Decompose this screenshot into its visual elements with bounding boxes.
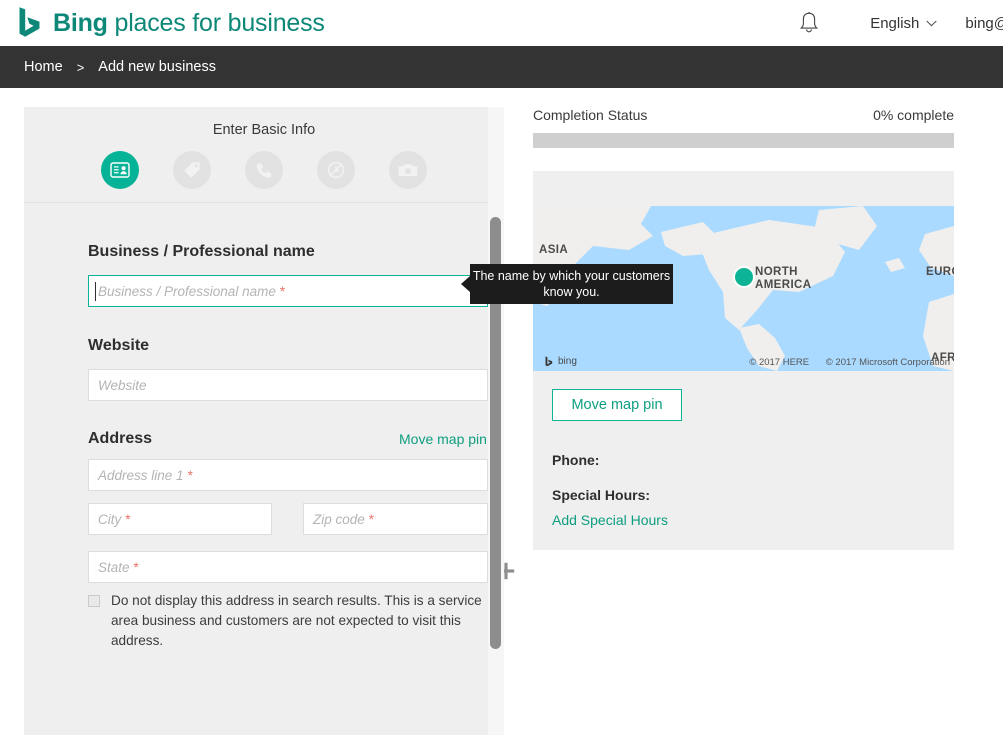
address-line1-input[interactable]: Address line 1 * (88, 459, 488, 491)
page-root: Bing places for business English bing@ H… (0, 0, 1003, 744)
completion-percent-text: 0% complete (873, 107, 954, 123)
brand-title: Bing places for business (53, 9, 325, 38)
wizard-step-phone[interactable] (245, 151, 283, 189)
completion-progress-bar (533, 133, 954, 148)
tag-icon (184, 162, 200, 178)
website-label: Website (88, 337, 150, 354)
wizard-step-list (24, 151, 504, 189)
language-selector[interactable]: English (870, 14, 938, 32)
completion-status-row: Completion Status 0% complete (533, 107, 954, 123)
state-required-mark: * (133, 559, 139, 575)
hide-address-checkbox-row[interactable]: Do not display this address in search re… (88, 591, 488, 651)
wizard-step-photos[interactable] (389, 151, 427, 189)
website-input[interactable]: Website (88, 369, 488, 401)
preview-phone-label: Phone: (552, 452, 600, 468)
zip-code-input[interactable]: Zip code * (303, 503, 488, 535)
zip-code-required-mark: * (368, 511, 375, 527)
preview-special-hours-label: Special Hours: (552, 487, 651, 503)
move-map-pin-button[interactable]: Move map pin (552, 389, 682, 421)
completion-status-section: Completion Status 0% complete (533, 107, 954, 148)
camera-icon (398, 164, 418, 177)
website-placeholder: Website (98, 377, 147, 393)
hide-address-checkbox-label: Do not display this address in search re… (111, 593, 482, 648)
text-caret (95, 282, 96, 301)
state-input[interactable]: State * (88, 551, 488, 583)
wizard-title: Enter Basic Info (212, 122, 316, 138)
address-line1-required-mark: * (187, 467, 193, 483)
state-placeholder: State (98, 559, 130, 575)
move-map-pin-link[interactable]: Move map pin (399, 431, 487, 447)
basic-info-form-panel: Enter Basic Info Business / Professional… (24, 107, 515, 735)
business-name-label: Business / Professional name (88, 243, 315, 260)
wizard-step-basic-info[interactable] (101, 151, 139, 189)
brand-logo[interactable]: Bing places for business (18, 3, 325, 43)
address-line1-placeholder: Address line 1 (98, 467, 184, 483)
business-name-required-mark: * (279, 283, 286, 299)
tooltip-arrow (461, 276, 470, 292)
wizard-step-header: Enter Basic Info (24, 107, 504, 203)
header-right-tools: English bing@ (798, 0, 1003, 46)
city-input[interactable]: City * (88, 503, 272, 535)
brand-bold: Bing (53, 8, 108, 37)
tooltip-text: The name by which your customers know yo… (472, 269, 671, 299)
breadcrumb-current: Add new business (98, 59, 216, 75)
business-name-placeholder: Business / Professional name (98, 283, 276, 299)
map-attribution-microsoft: © 2017 Microsoft Corporation (825, 357, 950, 368)
business-name-input[interactable]: Business / Professional name * (88, 275, 488, 307)
map-attribution: © 2017 HERE © 2017 Microsoft Corporation (735, 357, 950, 368)
completion-status-label: Completion Status (533, 107, 648, 123)
add-special-hours-link[interactable]: Add Special Hours (552, 512, 668, 528)
clock-icon (327, 161, 345, 179)
bing-map-logo: bing (545, 356, 577, 367)
zip-code-placeholder: Zip code (313, 511, 365, 527)
breadcrumb-separator: > (76, 59, 85, 75)
chevron-down-icon (926, 20, 938, 26)
address-label: Address (88, 430, 153, 447)
city-required-mark: * (125, 511, 131, 527)
city-placeholder: City (98, 511, 122, 527)
account-label: bing@ (965, 14, 1003, 32)
phone-icon (256, 162, 271, 178)
contact-card-icon (110, 162, 130, 178)
bing-logo-icon-small (545, 356, 553, 367)
business-preview-card: ASIA NORTH AMERICA EURO AFR bing © 2017 … (533, 171, 954, 550)
language-label: English (870, 14, 920, 32)
breadcrumb: Home > Add new business (0, 46, 1003, 88)
wizard-step-hours[interactable] (317, 151, 355, 189)
account-menu[interactable]: bing@ (965, 15, 1003, 32)
bing-logo-text: bing (558, 356, 577, 367)
map-pin-marker[interactable] (733, 266, 755, 288)
map-attribution-here: © 2017 HERE (749, 357, 810, 368)
breadcrumb-home[interactable]: Home (24, 59, 63, 75)
business-name-tooltip: The name by which your customers know yo… (461, 264, 673, 304)
bing-logo-icon (19, 7, 40, 37)
hide-address-checkbox[interactable] (88, 595, 100, 607)
wizard-step-categories[interactable] (173, 151, 211, 189)
top-header-bar: Bing places for business English bing@ (0, 0, 1003, 46)
notification-bell-icon[interactable] (798, 11, 820, 35)
brand-light: places for business (107, 8, 325, 37)
